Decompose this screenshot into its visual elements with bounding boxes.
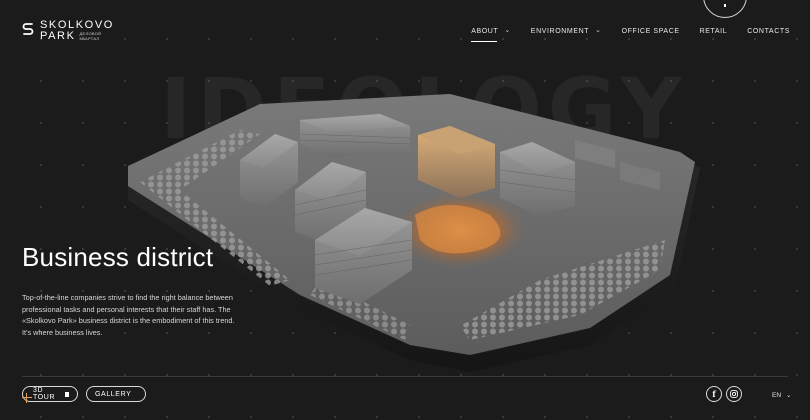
page-description: Top-of-the-line companies strive to find… [22, 293, 235, 337]
nav-item-retail[interactable]: RETAIL [700, 28, 728, 35]
gallery-button-label: GALLERY [95, 390, 132, 398]
logo-name-line2: PARK [40, 30, 76, 42]
page-title: Business district [22, 242, 214, 272]
logo-mark-icon [22, 23, 34, 35]
nav-item-label: ENVIRONMENT [530, 27, 590, 35]
district-model-image[interactable] [120, 90, 720, 390]
nav-item-contacts[interactable]: CONTACTS [747, 28, 790, 35]
tour-button[interactable]: 3D TOUR [22, 386, 78, 403]
footer-divider [22, 376, 788, 377]
nav-item-environment[interactable]: ENVIRONMENT ⌄ [531, 27, 602, 35]
facebook-link[interactable]: f [706, 386, 722, 402]
logo-subtitle-line2: КВАРТАЛ [79, 35, 100, 41]
nav-item-office-space[interactable]: OFFICE SPACE [622, 28, 680, 35]
tour-button-label: 3D TOUR [33, 387, 56, 401]
menu-circle-button[interactable] [703, 0, 747, 18]
instagram-link[interactable] [726, 386, 742, 402]
logo-subtitle: ДЕЛОВОЙ КВАРТАЛ [80, 32, 102, 41]
chevron-down-icon: ⌄ [595, 27, 602, 34]
nav-item-about[interactable]: ABOUT ⌄ [471, 27, 511, 42]
nav-item-label: RETAIL [699, 27, 728, 35]
page: SKOLKOVO PARK ДЕЛОВОЙ КВАРТАЛ ABOUT ⌄ EN… [0, 0, 810, 420]
language-label: EN [772, 391, 782, 399]
language-selector[interactable]: EN ⌄ [772, 391, 792, 400]
chevron-down-icon: ⌄ [504, 27, 511, 34]
square-icon [65, 391, 69, 397]
nav-item-label: ABOUT [471, 27, 499, 35]
nav-item-label: CONTACTS [747, 27, 790, 35]
menu-circle-dot-icon [724, 4, 726, 7]
logo[interactable]: SKOLKOVO PARK ДЕЛОВОЙ КВАРТАЛ [22, 20, 114, 42]
logo-wordmark: SKOLKOVO PARK ДЕЛОВОЙ КВАРТАЛ [40, 20, 114, 42]
crosshair-icon [22, 393, 32, 403]
nav-item-label: OFFICE SPACE [621, 27, 680, 35]
chevron-down-icon: ⌄ [786, 392, 792, 399]
gallery-button[interactable]: GALLERY [86, 386, 146, 402]
instagram-icon [730, 390, 738, 398]
facebook-icon: f [712, 389, 716, 399]
main-nav: ABOUT ⌄ ENVIRONMENT ⌄ OFFICE SPACE RETAI… [471, 27, 790, 42]
